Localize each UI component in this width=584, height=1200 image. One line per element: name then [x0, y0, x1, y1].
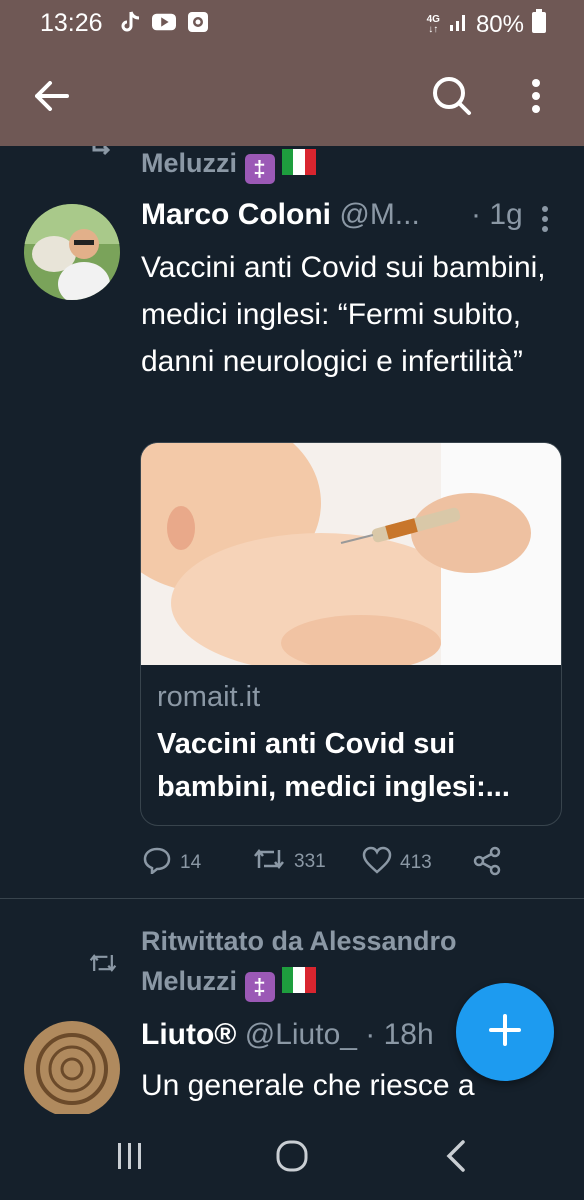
- card-image: [141, 443, 561, 673]
- retweet-icon: [88, 950, 118, 981]
- retweet-action-icon: [252, 846, 286, 878]
- retweet-button[interactable]: 331: [252, 846, 326, 878]
- battery-percent: 80%: [475, 10, 524, 38]
- status-app-icons: [118, 10, 210, 34]
- retweet-icon: [88, 146, 118, 163]
- author-handle[interactable]: @Liuto_: [245, 1018, 357, 1051]
- heart-icon: [362, 846, 392, 880]
- avatar[interactable]: [24, 204, 120, 300]
- toolbar: [0, 48, 584, 146]
- link-card[interactable]: romait.it Vaccini anti Covid sui bambini…: [140, 442, 562, 826]
- reply-count: 14: [180, 852, 202, 873]
- card-domain: romait.it: [157, 681, 261, 713]
- compose-tweet-button[interactable]: [456, 983, 554, 1081]
- tweet-header: Marco Coloni @M... · 1g: [141, 198, 561, 232]
- italy-flag-icon: [282, 967, 317, 993]
- retweeted-by-line[interactable]: Meluzzi ‡: [141, 148, 317, 184]
- recents-icon[interactable]: [106, 1134, 154, 1178]
- tiktok-icon: [118, 10, 142, 34]
- screen-recorder-icon: [186, 10, 210, 34]
- tweet-actions: 14 331 413: [142, 846, 562, 886]
- network-indicator: 4G ↓↑: [426, 13, 440, 35]
- author-name[interactable]: Marco Coloni: [141, 198, 331, 231]
- search-icon[interactable]: [428, 72, 476, 120]
- retweeted-by-label[interactable]: Ritwittato da Alessandro: [141, 926, 457, 957]
- tweet-header: Liuto® @Liuto_ · 18h: [141, 1018, 434, 1052]
- cross-emoji-icon: ‡: [244, 154, 275, 184]
- timeline-feed[interactable]: Meluzzi ‡ Marco Coloni @M... · 1g Vaccin…: [0, 146, 584, 1114]
- retweeted-by-line[interactable]: Meluzzi ‡: [141, 966, 317, 1002]
- author-handle[interactable]: @M...: [339, 198, 419, 231]
- like-button[interactable]: 413: [362, 846, 432, 880]
- back-arrow-icon[interactable]: [28, 72, 76, 120]
- tweet-text: Vaccini anti Covid sui bambini, medici i…: [141, 251, 546, 378]
- share-icon: [472, 846, 502, 882]
- status-right: 4G ↓↑ 80%: [427, 9, 546, 40]
- battery-icon: [532, 9, 546, 40]
- tweet-time: · 1g: [471, 198, 523, 231]
- author-name[interactable]: Liuto®: [141, 1018, 236, 1051]
- signal-icon: [448, 11, 468, 39]
- retweet-count: 331: [294, 851, 326, 872]
- youtube-icon: [152, 10, 176, 34]
- status-bar: 13:26 4G ↓↑ 80%: [0, 0, 584, 48]
- like-count: 413: [400, 852, 432, 873]
- vertical-dots-icon[interactable]: [512, 72, 560, 120]
- cross-emoji-icon: ‡: [244, 972, 275, 1002]
- tweet-more-icon[interactable]: [541, 206, 549, 240]
- system-nav-bar: [0, 1114, 584, 1200]
- avatar[interactable]: [24, 1021, 120, 1114]
- status-time: 13:26: [40, 9, 103, 37]
- share-button[interactable]: [472, 846, 502, 882]
- reply-icon: [142, 846, 172, 880]
- tweet-time: · 18h: [365, 1018, 434, 1051]
- back-icon[interactable]: [432, 1134, 480, 1178]
- italy-flag-icon: [282, 149, 317, 175]
- tweet-divider: [0, 898, 584, 899]
- reply-button[interactable]: 14: [142, 846, 201, 880]
- card-title: Vaccini anti Covid sui bambini, medici i…: [157, 728, 510, 803]
- plus-icon: [488, 1013, 522, 1052]
- home-icon[interactable]: [268, 1134, 316, 1178]
